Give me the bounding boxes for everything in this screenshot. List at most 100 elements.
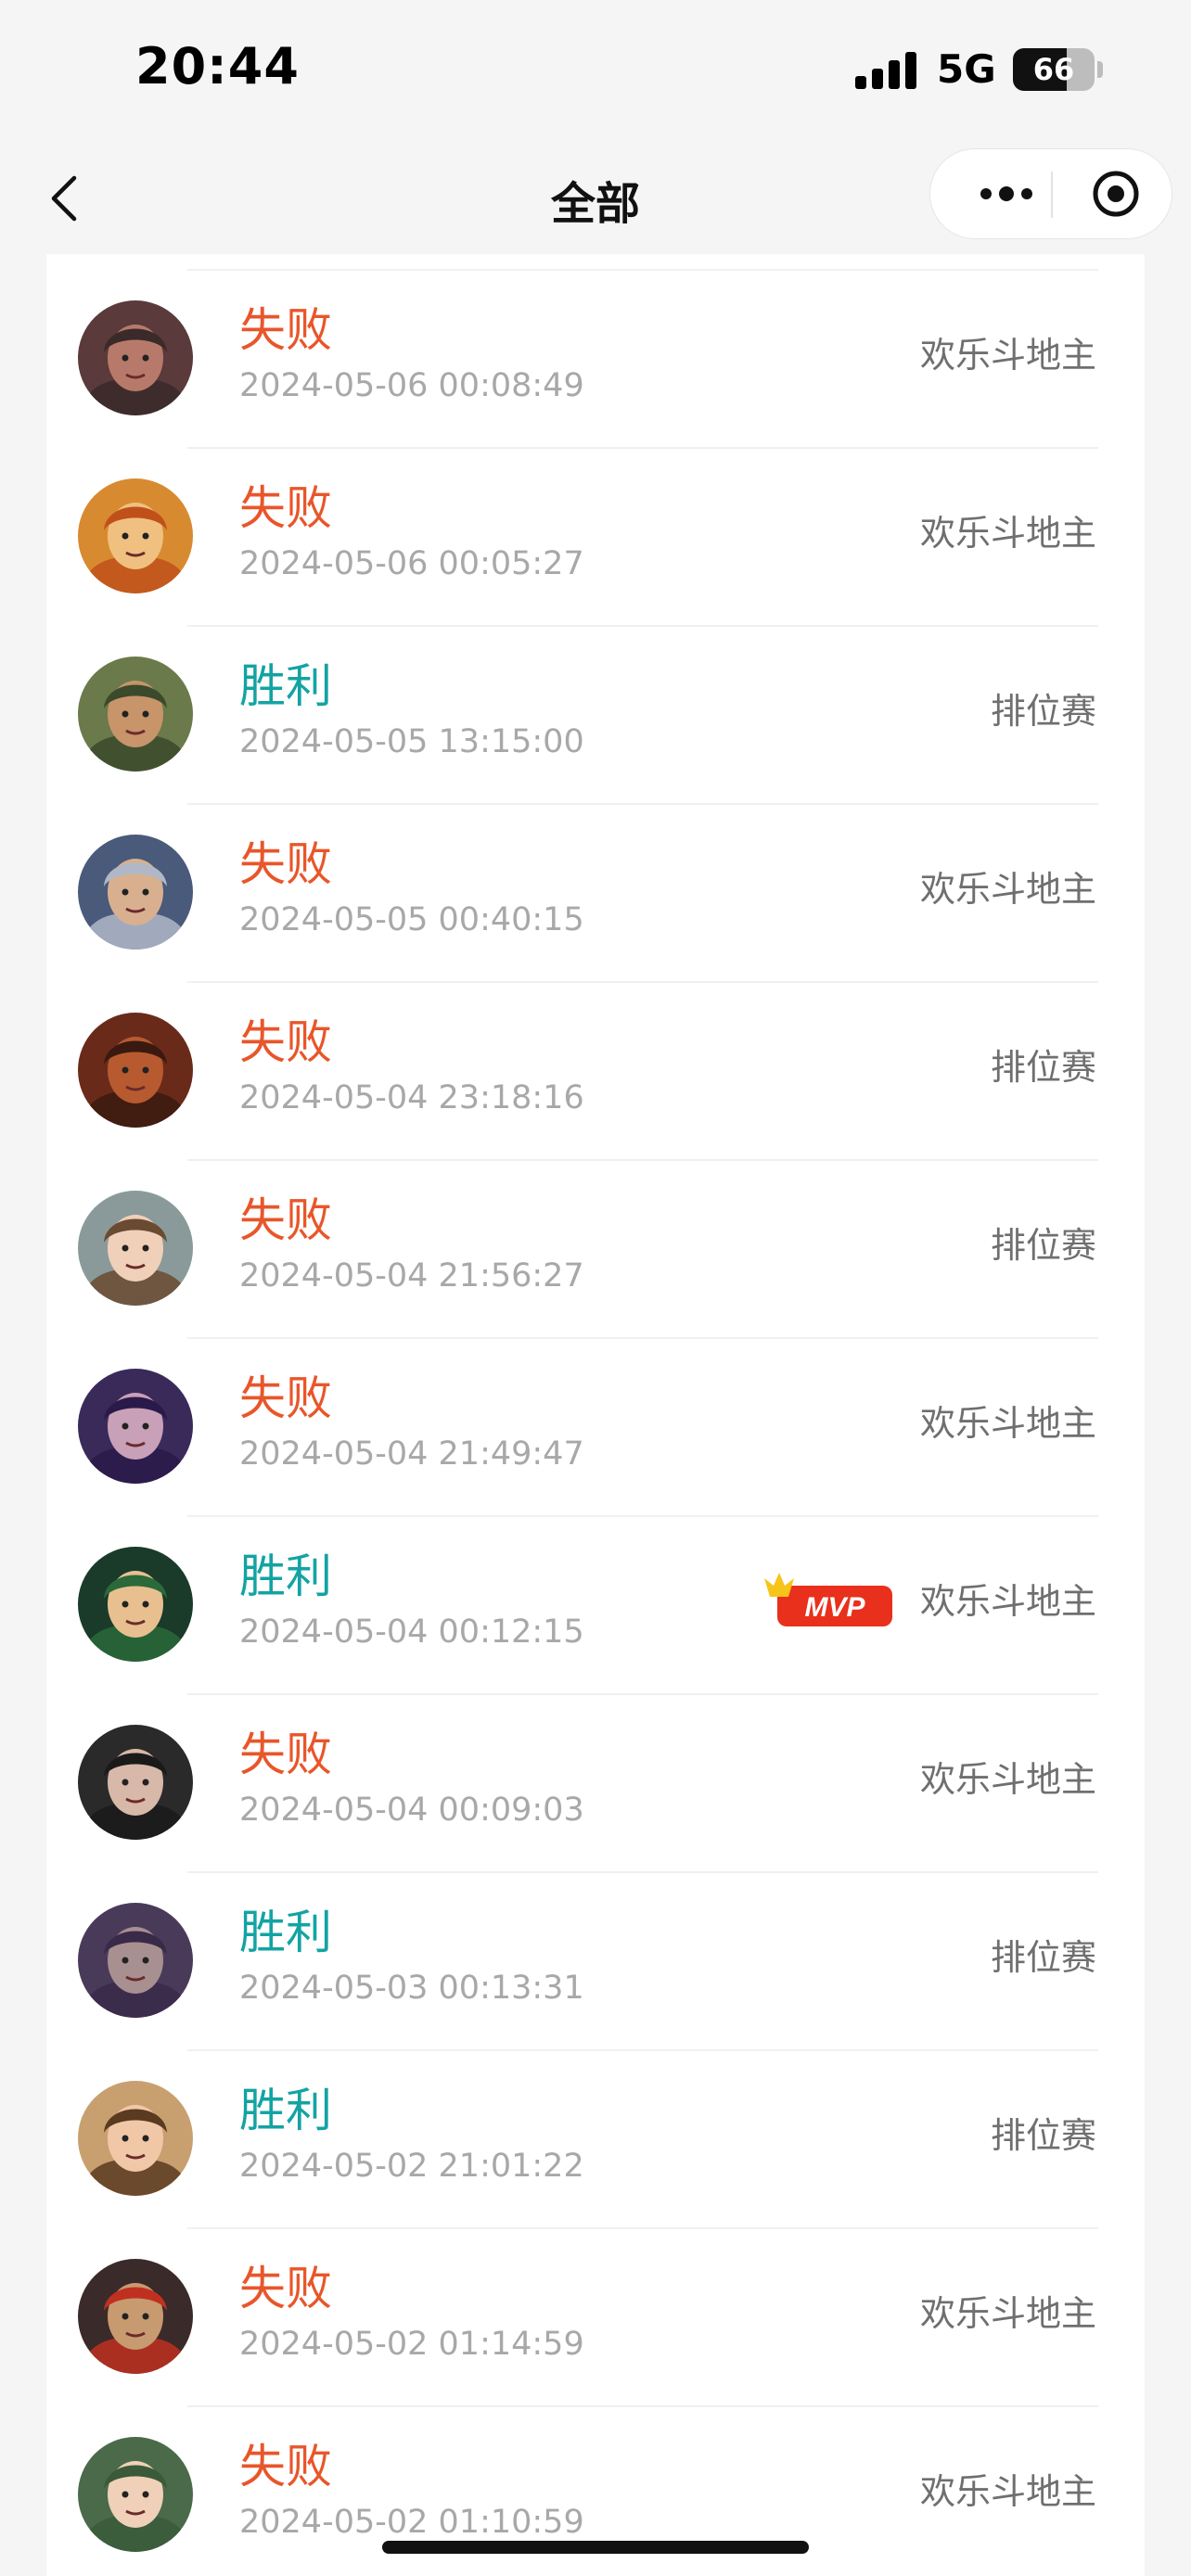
close-mini-program-button[interactable] [1064,149,1166,238]
match-result: 失败 [239,1371,332,1425]
match-time: 2024-05-02 01:14:59 [239,2326,584,2363]
hero-avatar [78,2437,193,2552]
match-result: 失败 [239,837,332,891]
match-time: 2024-05-04 00:12:15 [239,1613,584,1651]
record-row[interactable]: 失败 2024-05-04 21:49:47 欢乐斗地主 [46,1337,1145,1515]
hero-avatar [78,1013,193,1128]
hero-avatar [78,1369,193,1484]
row-divider [187,1871,1098,1873]
home-indicator [382,2541,809,2554]
row-divider [187,803,1098,805]
record-row[interactable]: 失败 2024-05-04 21:56:27 排位赛 [46,1159,1145,1337]
battery-icon: 66 [1013,48,1095,91]
match-result: 失败 [239,1015,332,1069]
battery-tip [1097,61,1103,78]
hero-avatar [78,2259,193,2374]
match-result: 胜利 [239,2084,332,2137]
battery-level: 66 [1032,52,1075,87]
game-mode: 欢乐斗地主 [919,1581,1096,1622]
hero-portrait-icon [78,300,193,415]
game-mode: 排位赛 [990,1937,1096,1978]
hero-portrait-icon [78,1191,193,1306]
hero-avatar [78,2081,193,2196]
record-row[interactable]: 失败 2024-05-04 00:09:03 欢乐斗地主 [46,1693,1145,1871]
row-divider [187,1337,1098,1339]
game-mode: 排位赛 [990,2115,1096,2156]
row-divider [187,2227,1098,2229]
hero-avatar [78,300,193,415]
match-result: 失败 [239,481,332,535]
record-row[interactable]: 失败 2024-05-06 00:05:27 欢乐斗地主 [46,447,1145,625]
record-row[interactable]: 失败 2024-05-02 01:14:59 欢乐斗地主 [46,2227,1145,2405]
match-time: 2024-05-04 21:49:47 [239,1435,584,1473]
record-row[interactable]: 胜利 2024-05-04 00:12:15 MVP 欢乐斗地主 [46,1515,1145,1693]
match-time: 2024-05-04 00:09:03 [239,1792,584,1829]
hero-portrait-icon [78,2081,193,2196]
match-result: 失败 [239,303,332,357]
match-result: 失败 [239,2262,332,2315]
game-mode: 排位赛 [990,1047,1096,1088]
game-mode: 排位赛 [990,1225,1096,1266]
hero-portrait-icon [78,835,193,950]
hero-avatar [78,657,193,772]
hero-portrait-icon [78,1013,193,1128]
network-type: 5G [937,46,996,92]
match-time: 2024-05-02 21:01:22 [239,2148,584,2185]
match-result: 失败 [239,1193,332,1247]
match-time: 2024-05-04 23:18:16 [239,1079,584,1116]
row-divider [187,1515,1098,1517]
record-row[interactable]: 胜利 2024-05-03 00:13:31 排位赛 [46,1871,1145,2049]
hero-avatar [78,1725,193,1840]
match-result: 失败 [239,2440,332,2493]
more-button[interactable] [962,149,1055,238]
game-mode: 欢乐斗地主 [919,1759,1096,1800]
hero-portrait-icon [78,2437,193,2552]
row-divider [187,1693,1098,1695]
match-time: 2024-05-03 00:13:31 [239,1970,584,2007]
row-divider [187,447,1098,449]
record-list: 失败 2024-05-06 00:08:49 欢乐斗地主 失败 2024-05-06 0… [46,254,1145,2576]
row-divider [187,269,1098,271]
hero-portrait-icon [78,1547,193,1662]
game-mode: 欢乐斗地主 [919,2471,1096,2512]
record-row[interactable]: 胜利 2024-05-02 21:01:22 排位赛 [46,2049,1145,2227]
match-time: 2024-05-06 00:08:49 [239,367,584,404]
game-mode: 欢乐斗地主 [919,513,1096,554]
hero-portrait-icon [78,1903,193,2018]
hero-portrait-icon [78,1725,193,1840]
match-time: 2024-05-05 13:15:00 [239,723,584,760]
game-mode: 欢乐斗地主 [919,1403,1096,1444]
hero-portrait-icon [78,657,193,772]
hero-portrait-icon [78,478,193,593]
match-time: 2024-05-06 00:05:27 [239,545,584,582]
mvp-label: MVP [804,1592,865,1623]
record-row[interactable]: 失败 2024-05-06 00:08:49 欢乐斗地主 [46,269,1145,447]
match-time: 2024-05-02 01:10:59 [239,2504,584,2541]
status-time: 20:44 [135,37,300,96]
more-dots-icon [980,186,1032,201]
match-time: 2024-05-05 00:40:15 [239,901,584,938]
game-mode: 欢乐斗地主 [919,869,1096,910]
match-result: 胜利 [239,659,332,713]
hero-avatar [78,1191,193,1306]
status-bar: 20:44 5G 66 [0,0,1191,139]
record-row[interactable]: 失败 2024-05-04 23:18:16 排位赛 [46,981,1145,1159]
game-mode: 排位赛 [990,691,1096,732]
hero-avatar [78,1547,193,1662]
record-row[interactable]: 失败 2024-05-05 00:40:15 欢乐斗地主 [46,803,1145,981]
mini-program-capsule [929,148,1172,239]
row-divider [187,625,1098,627]
match-result: 胜利 [239,1549,332,1603]
row-divider [187,2405,1098,2407]
match-result: 失败 [239,1728,332,1781]
hero-avatar [78,478,193,593]
signal-strength-icon [855,50,918,89]
hero-avatar [78,835,193,950]
record-row[interactable]: 胜利 2024-05-05 13:15:00 排位赛 [46,625,1145,803]
match-result: 胜利 [239,1906,332,1959]
match-time: 2024-05-04 21:56:27 [239,1257,584,1294]
mvp-badge-icon: MVP [762,1569,896,1634]
navigation-bar: 全部 [0,139,1191,254]
capsule-divider [1051,172,1053,218]
target-circle-icon [1093,171,1139,217]
